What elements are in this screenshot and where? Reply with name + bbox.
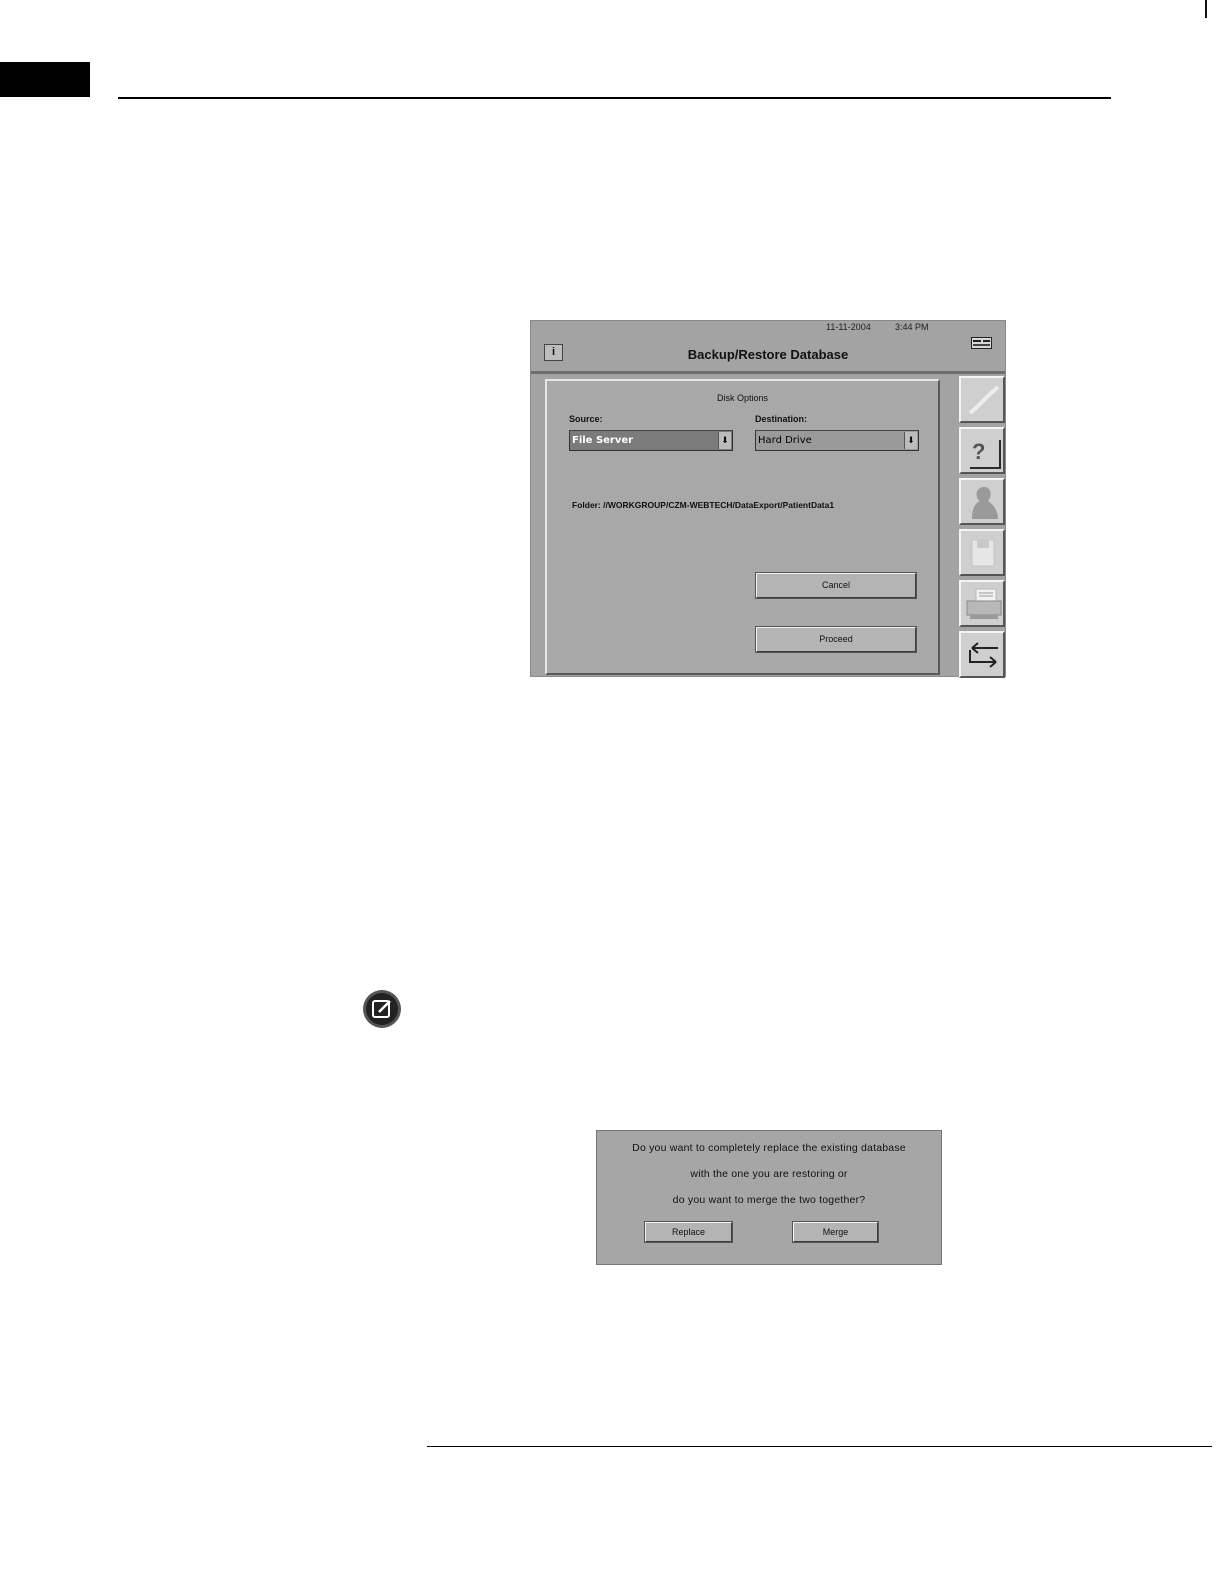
cancel-button[interactable]: Cancel (755, 572, 917, 599)
dropdown-arrow-icon[interactable]: ⬇ (904, 432, 917, 449)
window-title: Backup/Restore Database (687, 347, 849, 362)
folder-path: Folder: //WORKGROUP/CZM-WEBTECH/DataExpo… (572, 500, 835, 510)
disk-options-panel: Disk Options Source: File Server ⬇ Desti… (545, 379, 940, 675)
return-icon (969, 642, 998, 668)
pen-icon (968, 385, 1000, 415)
replace-merge-dialog: Do you want to completely replace the ex… (596, 1130, 942, 1265)
footer-rule (427, 1446, 1212, 1447)
panel-heading: Disk Options (716, 393, 769, 403)
patient-button[interactable] (959, 478, 1005, 525)
svg-text:?: ? (972, 439, 985, 464)
patient-icon (972, 487, 998, 519)
dialog-message-line-2: with the one you are restoring or (690, 1168, 848, 1180)
replace-button[interactable]: Replace (644, 1221, 733, 1243)
note-icon (363, 990, 401, 1028)
dropdown-arrow-icon[interactable]: ⬇ (718, 432, 731, 449)
time-display: 3:44 PM (895, 322, 929, 332)
pen-button[interactable] (959, 376, 1005, 423)
source-label: Source: (569, 414, 603, 424)
section-tab (0, 62, 90, 97)
page-edge-line (1205, 0, 1207, 18)
destination-dropdown[interactable]: Hard Drive ⬇ (755, 430, 919, 451)
help-button[interactable]: ? (959, 427, 1005, 474)
date-display: 11-11-2004 (826, 322, 871, 332)
destination-value: Hard Drive (758, 435, 812, 446)
destination-label: Destination: (755, 414, 808, 424)
printer-icon (966, 588, 1002, 619)
save-disk-button[interactable] (959, 529, 1005, 576)
backup-restore-window: 11-11-2004 3:44 PM i Backup/Restore Data… (530, 320, 1006, 678)
dialog-message-line-1: Do you want to completely replace the ex… (632, 1142, 906, 1154)
return-button[interactable] (959, 631, 1005, 678)
print-button[interactable] (959, 580, 1005, 627)
help-icon: ? (970, 439, 1001, 469)
merge-button[interactable]: Merge (792, 1221, 879, 1243)
dialog-message-line-3: do you want to merge the two together? (672, 1194, 866, 1206)
source-dropdown[interactable]: File Server ⬇ (569, 430, 733, 451)
header-rule (118, 97, 1111, 99)
device-status-icon (971, 337, 992, 349)
disk-icon (971, 539, 995, 567)
source-value: File Server (572, 435, 634, 446)
proceed-button[interactable]: Proceed (755, 626, 917, 653)
title-separator (531, 371, 1005, 374)
